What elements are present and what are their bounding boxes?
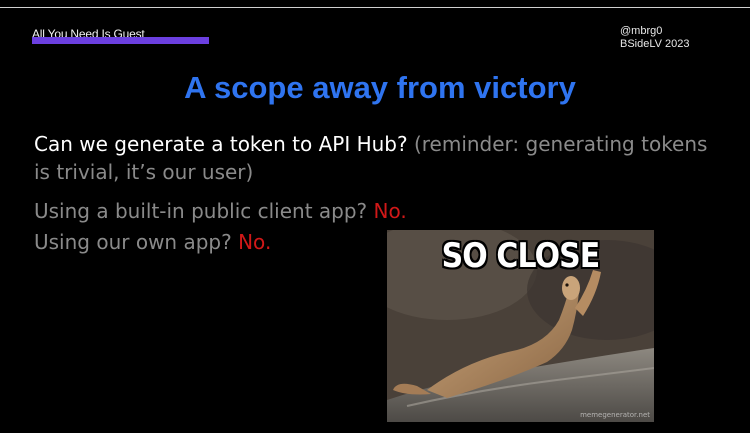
author-handle: @mbrg0 [620, 25, 663, 37]
question-1-text: Can we generate a token to API Hub? [34, 132, 414, 156]
meme-image: SO CLOSE memegenerator.net [387, 230, 654, 422]
title-accent-bar [32, 37, 209, 44]
question-2-text: Using a built-in public client app? [34, 199, 374, 223]
author-block: @mbrg0 BSideLV 2023 [620, 25, 690, 51]
question-1: Can we generate a token to API Hub? (rem… [34, 130, 724, 186]
question-2: Using a built-in public client app? No. [34, 197, 407, 225]
meme-caption: SO CLOSE [441, 236, 601, 276]
question-3-text: Using our own app? [34, 230, 239, 254]
question-3: Using our own app? No. [34, 228, 271, 256]
top-rule [0, 7, 750, 8]
question-2-answer: No. [373, 199, 407, 223]
meme-watermark: memegenerator.net [580, 411, 650, 419]
event-name: BSideLV 2023 [620, 38, 690, 50]
headline: A scope away from victory [184, 70, 576, 105]
question-3-answer: No. [238, 230, 272, 254]
